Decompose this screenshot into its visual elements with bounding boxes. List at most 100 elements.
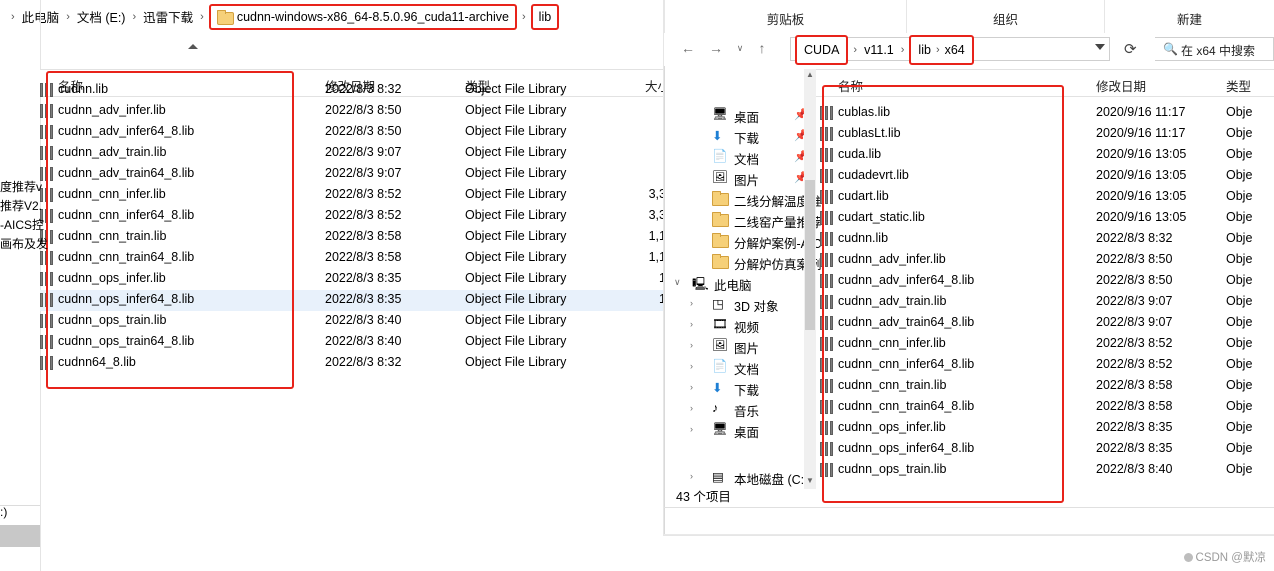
table-row[interactable]: cudnn_ops_train64_8.lib 2022/8/3 8:40 Obje… bbox=[40, 332, 700, 353]
library-file-icon bbox=[820, 190, 835, 204]
file-date: 2022/8/3 8:40 bbox=[325, 313, 402, 327]
tree-item-documents-2[interactable]: › 📄 文档 bbox=[664, 356, 816, 377]
chevron-right-icon[interactable]: › bbox=[690, 361, 700, 371]
address-item-v111[interactable]: v11.1 bbox=[862, 41, 896, 59]
chevron-down-icon[interactable]: ∨ bbox=[674, 277, 684, 287]
document-icon: 📄 bbox=[712, 359, 728, 373]
table-row[interactable]: cudnn_cnn_train.lib 2022/8/3 8:58 Obje bbox=[816, 376, 1274, 397]
tree-item-folder-4[interactable]: 分解炉仿真案例 bbox=[664, 251, 822, 272]
tree-item-folder-3[interactable]: 分解炉案例-AIC bbox=[664, 230, 822, 251]
table-row[interactable]: cudnn_cnn_train.lib 2022/8/3 8:58 Object F… bbox=[40, 227, 700, 248]
table-row[interactable]: cudnn_cnn_infer64_8.lib 2022/8/3 8:52 Obje bbox=[816, 355, 1274, 376]
tree-item-3d-objects[interactable]: › ◳ 3D 对象 bbox=[664, 293, 816, 314]
search-input[interactable]: 🔍 在 x64 中搜索 bbox=[1155, 37, 1274, 61]
tree-item-music[interactable]: › ♪ 音乐 bbox=[664, 398, 816, 419]
tree-item-documents[interactable]: 📄 文档 📌 bbox=[664, 146, 816, 167]
table-row[interactable]: cudart_static.lib 2020/9/16 13:05 Obje bbox=[816, 208, 1274, 229]
chevron-right-icon[interactable]: › bbox=[690, 403, 700, 413]
table-row[interactable]: cudnn.lib 2022/8/3 8:32 Obje bbox=[816, 229, 1274, 250]
breadcrumb-item-cudnn-archive-highlight[interactable]: cudnn-windows-x86_64-8.5.0.96_cuda11-arc… bbox=[208, 3, 517, 30]
tree-item-pictures[interactable]: 🖼 图片 📌 bbox=[664, 167, 816, 188]
download-icon: ⬇ bbox=[712, 381, 723, 395]
library-file-icon bbox=[820, 127, 835, 141]
breadcrumb: › 此电脑 › 文档 (E:) › 迅雷下载 › cudnn-windows-x… bbox=[0, 0, 680, 33]
ribbon-group-new[interactable]: 新建 bbox=[1104, 0, 1274, 33]
table-row[interactable]: cudnn_cnn_train64_8.lib 2022/8/3 8:58 Obje… bbox=[40, 248, 700, 269]
address-item-lib-x64-highlight[interactable]: lib › x64 bbox=[909, 34, 974, 65]
table-row[interactable]: cudnn_adv_train64_8.lib 2022/8/3 9:07 Obje… bbox=[40, 164, 700, 185]
table-row[interactable]: cudnn_ops_train.lib 2022/8/3 8:40 Obje bbox=[816, 460, 1274, 481]
table-row[interactable]: cudnn_cnn_infer.lib 2022/8/3 8:52 Object F… bbox=[40, 185, 700, 206]
tree-item-folder-1[interactable]: 二线分解温度推 bbox=[664, 188, 822, 209]
table-row[interactable]: cudnn_adv_infer64_8.lib 2022/8/3 8:50 Obje… bbox=[40, 122, 700, 143]
sort-ascending-caret-icon bbox=[188, 44, 198, 49]
ribbon-group-clipboard[interactable]: 剪贴板 bbox=[664, 0, 906, 33]
address-separator: › bbox=[900, 43, 905, 56]
column-header-date[interactable]: 修改日期 bbox=[1096, 76, 1146, 95]
table-row[interactable]: cudnn_adv_train.lib 2022/8/3 9:07 Object F… bbox=[40, 143, 700, 164]
file-name: cudnn_adv_infer64_8.lib bbox=[58, 124, 195, 138]
address-separator: › bbox=[853, 43, 858, 56]
table-row[interactable]: cudnn.lib 2022/8/3 8:32 Object File Librar… bbox=[40, 80, 700, 101]
column-header-type[interactable]: 类型 bbox=[1226, 76, 1251, 95]
table-row[interactable]: cudnn_adv_infer64_8.lib 2022/8/3 8:50 Obje bbox=[816, 271, 1274, 292]
table-row[interactable]: cudadevrt.lib 2020/9/16 13:05 Obje bbox=[816, 166, 1274, 187]
recent-locations-button[interactable]: ∨ bbox=[728, 36, 752, 60]
table-row[interactable]: cudnn_cnn_infer64_8.lib 2022/8/3 8:52 Obje… bbox=[40, 206, 700, 227]
breadcrumb-item-lib-highlight[interactable]: lib bbox=[530, 3, 560, 30]
column-header-name[interactable]: 名称 bbox=[838, 76, 863, 95]
chevron-right-icon[interactable]: › bbox=[690, 298, 700, 308]
chevron-right-icon[interactable]: › bbox=[690, 382, 700, 392]
left-explorer-window: › 此电脑 › 文档 (E:) › 迅雷下载 › cudnn-windows-x… bbox=[0, 0, 700, 571]
table-row-selected[interactable]: cudnn_ops_infer64_8.lib 2022/8/3 8:35 Obje… bbox=[40, 290, 700, 311]
breadcrumb-item-thunder-download[interactable]: 迅雷下载 bbox=[141, 5, 195, 28]
file-type: Object File Library bbox=[465, 103, 567, 117]
table-row[interactable]: cudnn_adv_infer.lib 2022/8/3 8:50 Obje bbox=[816, 250, 1274, 271]
breadcrumb-item-documents[interactable]: 文档 (E:) bbox=[75, 5, 128, 28]
address-item-cuda-highlight[interactable]: CUDA bbox=[795, 34, 849, 65]
table-row[interactable]: cudnn_ops_train.lib 2022/8/3 8:40 Object F… bbox=[40, 311, 700, 332]
library-file-icon bbox=[820, 442, 835, 456]
tree-item-desktop-2[interactable]: › 🖥 桌面 bbox=[664, 419, 816, 440]
tree-item-desktop[interactable]: 🖥 桌面 📌 bbox=[664, 104, 816, 125]
table-row[interactable]: cudnn_cnn_train64_8.lib 2022/8/3 8:58 Obje bbox=[816, 397, 1274, 418]
tree-item-videos[interactable]: › 🎞 视频 bbox=[664, 314, 816, 335]
tree-item-pictures-2[interactable]: › 🖼 图片 bbox=[664, 335, 816, 356]
chevron-right-icon[interactable]: › bbox=[690, 340, 700, 350]
chevron-right-icon[interactable]: › bbox=[690, 471, 700, 481]
breadcrumb-separator: › bbox=[132, 10, 137, 23]
table-row[interactable]: cudnn_ops_infer64_8.lib 2022/8/3 8:35 Obje bbox=[816, 439, 1274, 460]
table-row[interactable]: cublas.lib 2020/9/16 11:17 Obje bbox=[816, 103, 1274, 124]
table-row[interactable]: cuda.lib 2020/9/16 13:05 Obje bbox=[816, 145, 1274, 166]
tree-item-downloads-2[interactable]: › ⬇ 下载 bbox=[664, 377, 816, 398]
tree-scrollbar-thumb[interactable] bbox=[805, 180, 815, 330]
tree-item-this-pc[interactable]: ∨ 🖳 此电脑 bbox=[664, 272, 816, 293]
chevron-right-icon[interactable]: › bbox=[690, 319, 700, 329]
up-button[interactable]: ↑ bbox=[750, 36, 774, 60]
table-row[interactable]: cudart.lib 2020/9/16 13:05 Obje bbox=[816, 187, 1274, 208]
tree-item-downloads[interactable]: ⬇ 下载 📌 bbox=[664, 125, 816, 146]
tree-item-folder-2[interactable]: 二线窑产量推荐 bbox=[664, 209, 822, 230]
table-row[interactable]: cudnn_adv_train.lib 2022/8/3 9:07 Obje bbox=[816, 292, 1274, 313]
table-row[interactable]: cudnn_ops_infer.lib 2022/8/3 8:35 Object F… bbox=[40, 269, 700, 290]
scroll-up-arrow-icon[interactable]: ▲ bbox=[805, 70, 815, 82]
file-date: 2022/8/3 8:50 bbox=[1096, 273, 1173, 287]
ribbon-group-label: 组织 bbox=[992, 13, 1018, 27]
table-row[interactable]: cublasLt.lib 2020/9/16 11:17 Obje bbox=[816, 124, 1274, 145]
refresh-icon[interactable]: ⟳ bbox=[1124, 40, 1137, 58]
table-row[interactable]: cudnn_adv_train64_8.lib 2022/8/3 9:07 Obje bbox=[816, 313, 1274, 334]
address-dropdown-caret-icon[interactable] bbox=[1095, 44, 1105, 50]
file-date: 2022/8/3 8:58 bbox=[325, 250, 402, 264]
forward-button[interactable]: → bbox=[704, 36, 728, 60]
file-name: cudnn.lib bbox=[838, 231, 889, 245]
table-row[interactable]: cudnn_adv_infer.lib 2022/8/3 8:50 Object F… bbox=[40, 101, 700, 122]
table-row[interactable]: cudnn_cnn_infer.lib 2022/8/3 8:52 Obje bbox=[816, 334, 1274, 355]
ribbon-group-organize[interactable]: 组织 bbox=[906, 0, 1104, 33]
table-row[interactable]: cudnn64_8.lib 2022/8/3 8:32 Object File Li… bbox=[40, 353, 700, 374]
music-icon: ♪ bbox=[712, 401, 719, 415]
file-name: cudnn_adv_train64_8.lib bbox=[838, 315, 975, 329]
folder-icon bbox=[712, 212, 729, 227]
table-row[interactable]: cudnn_ops_infer.lib 2022/8/3 8:35 Obje bbox=[816, 418, 1274, 439]
chevron-right-icon[interactable]: › bbox=[690, 424, 700, 434]
back-button[interactable]: ← bbox=[676, 36, 700, 60]
